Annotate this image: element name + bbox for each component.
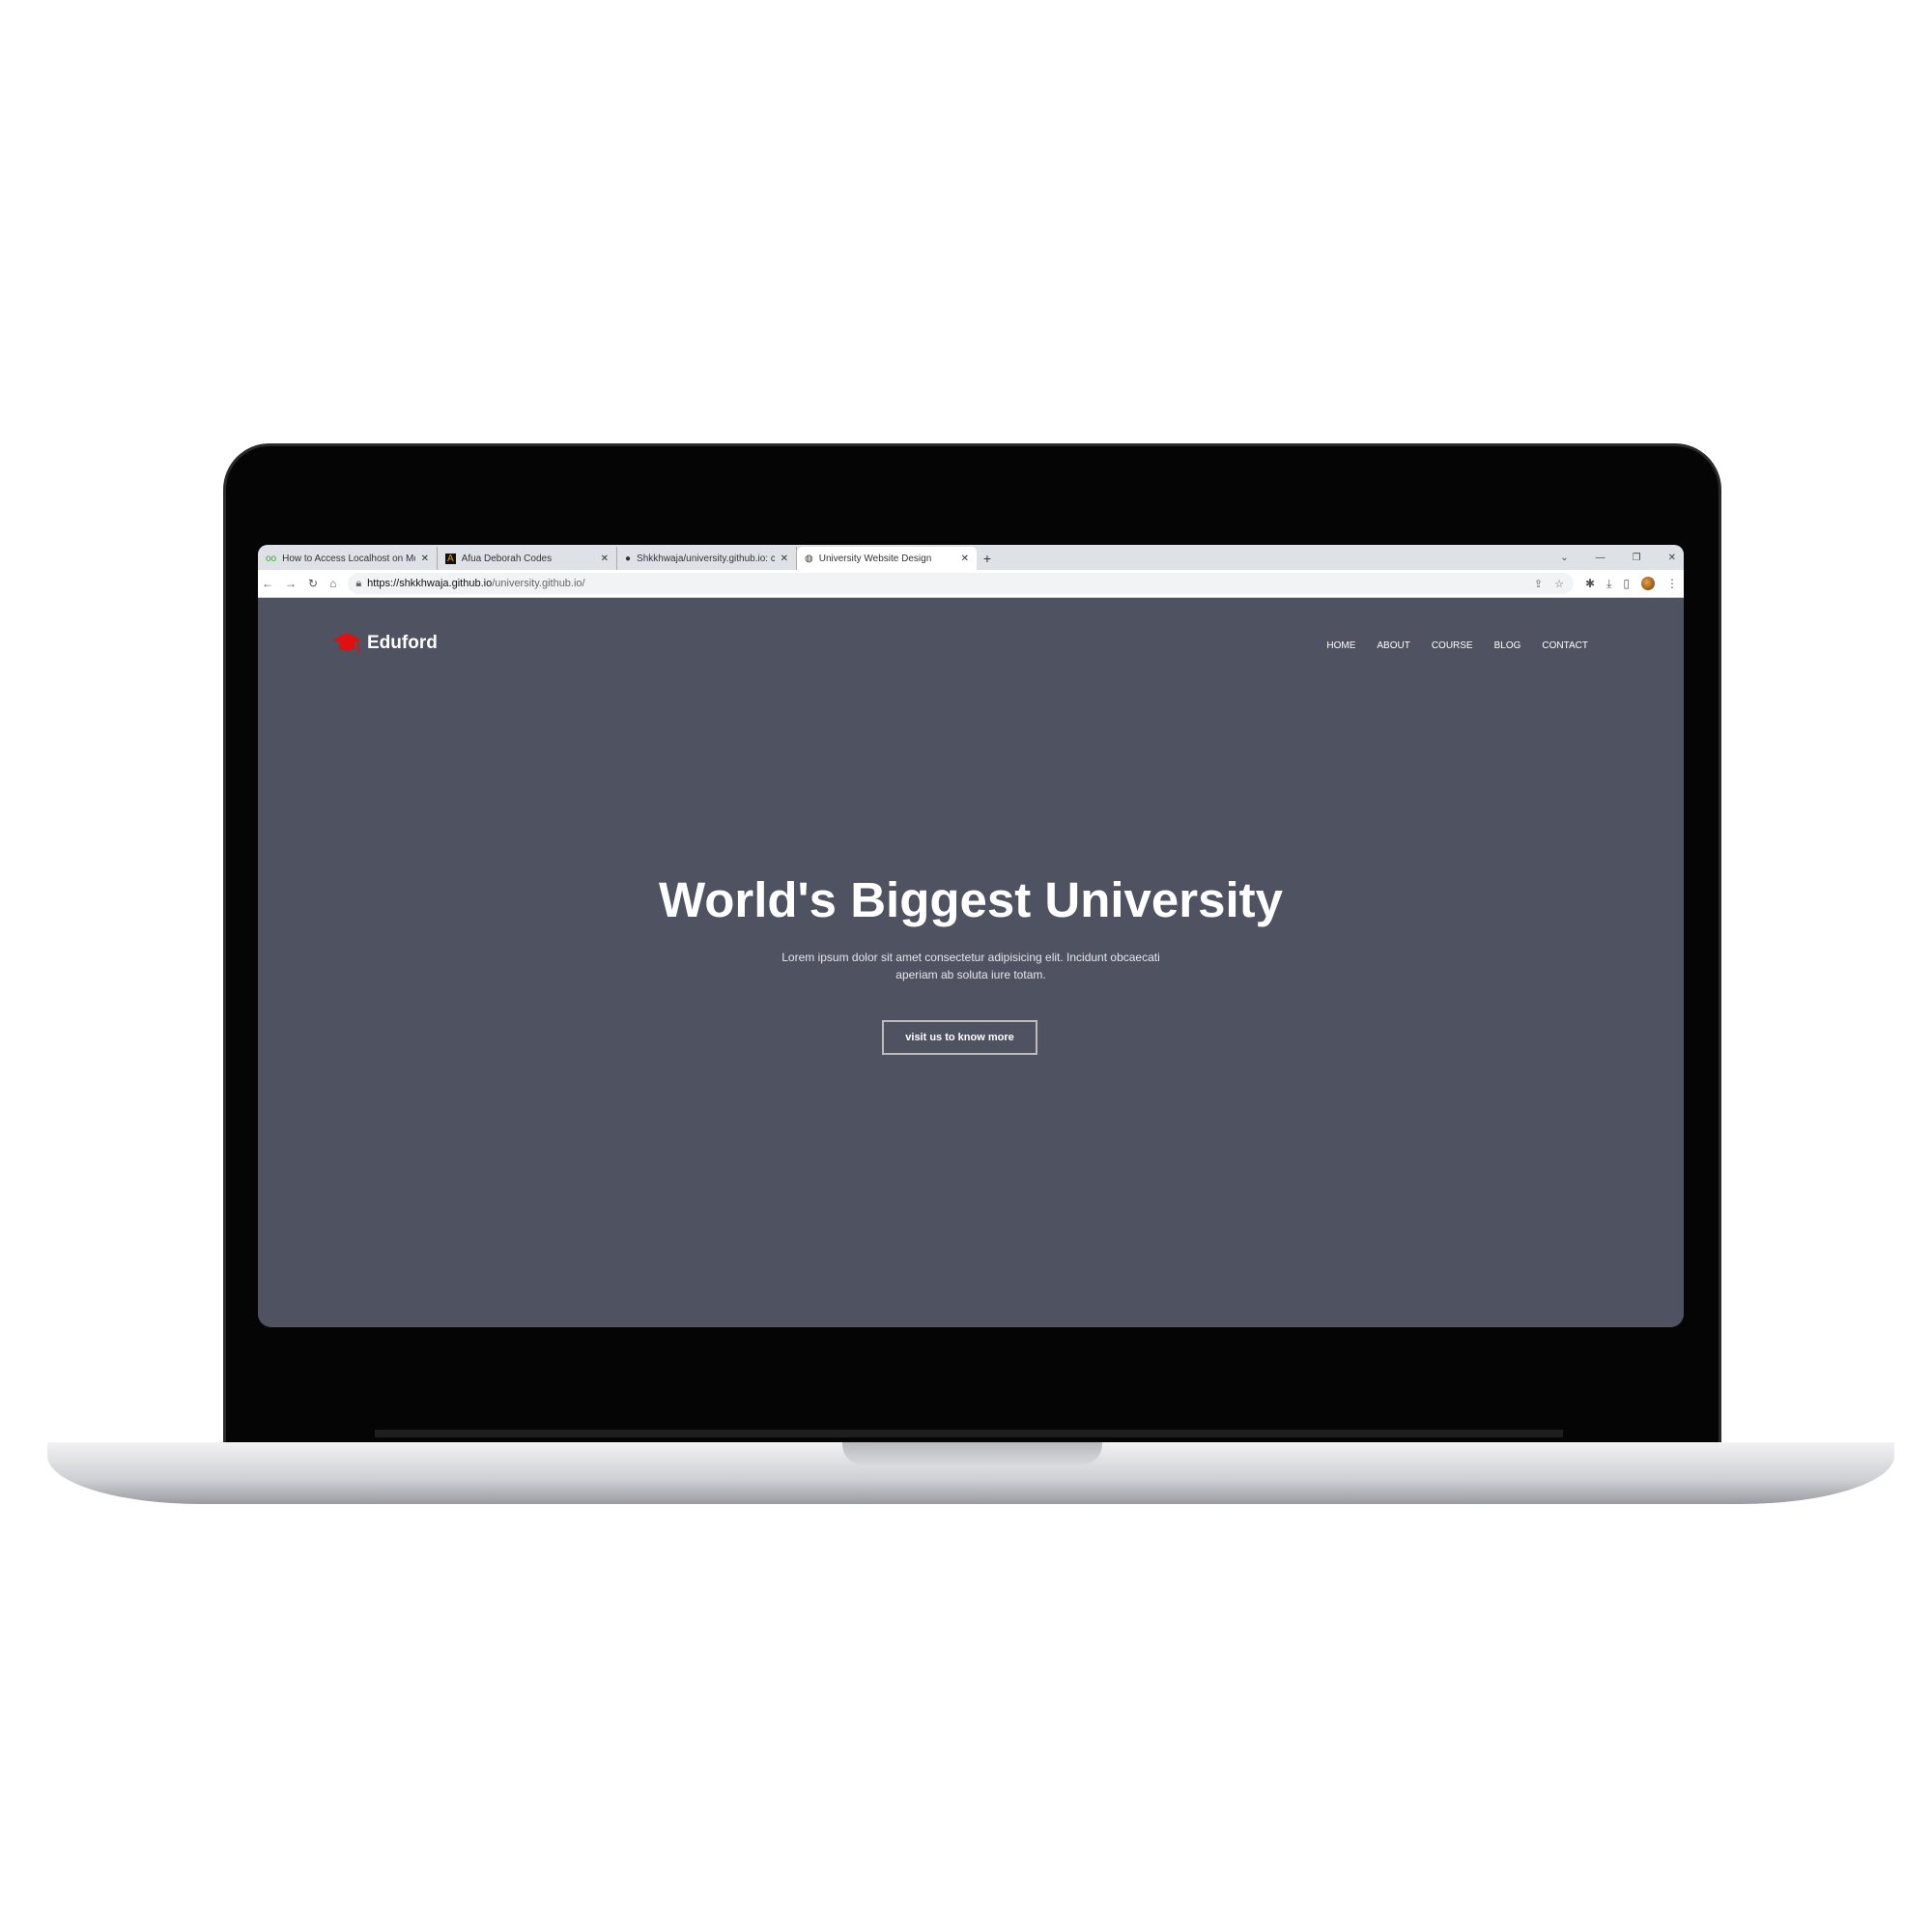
close-tab-icon[interactable]: ✕ (961, 554, 969, 564)
menu-icon[interactable]: ⋮ (1666, 577, 1678, 590)
website-page: Eduford HOME ABOUT COURSE BLOG CONTACT W… (258, 598, 1684, 1327)
gg-favicon: oo (266, 553, 277, 564)
site-logo[interactable]: Eduford (332, 630, 438, 657)
back-icon[interactable]: ← (262, 577, 273, 590)
hero-text: Lorem ipsum dolor sit amet consectetur a… (781, 951, 1160, 981)
minimize-icon[interactable]: — (1596, 553, 1605, 563)
github-icon: ● (625, 553, 632, 564)
main-nav: HOME ABOUT COURSE BLOG CONTACT (1326, 640, 1588, 651)
close-window-icon[interactable]: ✕ (1668, 553, 1676, 563)
nav-about[interactable]: ABOUT (1377, 640, 1409, 651)
browser-window: oo How to Access Localhost on Mo ✕ A Afua D… (258, 545, 1684, 1327)
profile-avatar[interactable] (1641, 577, 1655, 590)
new-tab-button[interactable]: + (977, 547, 998, 570)
tab[interactable]: A Afua Deborah Codes ✕ (438, 547, 617, 570)
cta-button[interactable]: visit us to know more (882, 1020, 1037, 1055)
tab-bar: oo How to Access Localhost on Mo ✕ A Afua D… (258, 545, 1684, 570)
side-panel-icon[interactable]: ▯ (1623, 577, 1630, 590)
reload-icon[interactable]: ↻ (308, 577, 318, 590)
close-tab-icon[interactable]: ✕ (421, 554, 429, 564)
nav-course[interactable]: COURSE (1432, 640, 1473, 651)
share-icon[interactable]: ⇪ (1534, 578, 1543, 590)
download-icon[interactable]: ⤓ (1606, 577, 1611, 591)
globe-icon: ◍ (805, 553, 813, 564)
address-bar-row: ← → ↻ ⌂ 🔒︎ https://shkkhwaja.github.io/u… (258, 570, 1684, 598)
url-input[interactable]: 🔒︎ https://shkkhwaja.github.io/universit… (348, 573, 1575, 594)
hero-title: World's Biggest University (659, 872, 1283, 927)
restore-icon[interactable]: ❐ (1633, 553, 1641, 563)
bookmark-star-icon[interactable]: ☆ (1554, 578, 1564, 590)
tab-active[interactable]: ◍ University Website Design ✕ (797, 547, 977, 570)
close-tab-icon[interactable]: ✕ (601, 554, 609, 564)
tab[interactable]: ● Shkkhwaja/university.github.io: c ✕ (617, 547, 797, 570)
nav-contact[interactable]: CONTACT (1542, 640, 1588, 651)
forward-icon[interactable]: → (285, 577, 297, 590)
brand-name: Eduford (367, 633, 438, 653)
close-tab-icon[interactable]: ✕ (781, 554, 788, 564)
tab-search-icon[interactable]: ⌄ (1560, 553, 1568, 563)
tab[interactable]: oo How to Access Localhost on Mo ✕ (258, 547, 438, 570)
laptop-notch (842, 1442, 1102, 1465)
a-favicon: A (445, 553, 456, 564)
laptop-hinge (375, 1430, 1563, 1437)
nav-blog[interactable]: BLOG (1494, 640, 1521, 651)
home-icon[interactable]: ⌂ (329, 577, 336, 590)
graduation-cap-icon (333, 633, 360, 655)
extensions-icon[interactable]: ✱ (1585, 577, 1595, 590)
nav-home[interactable]: HOME (1326, 640, 1355, 651)
lock-icon: 🔒︎ (355, 577, 362, 589)
